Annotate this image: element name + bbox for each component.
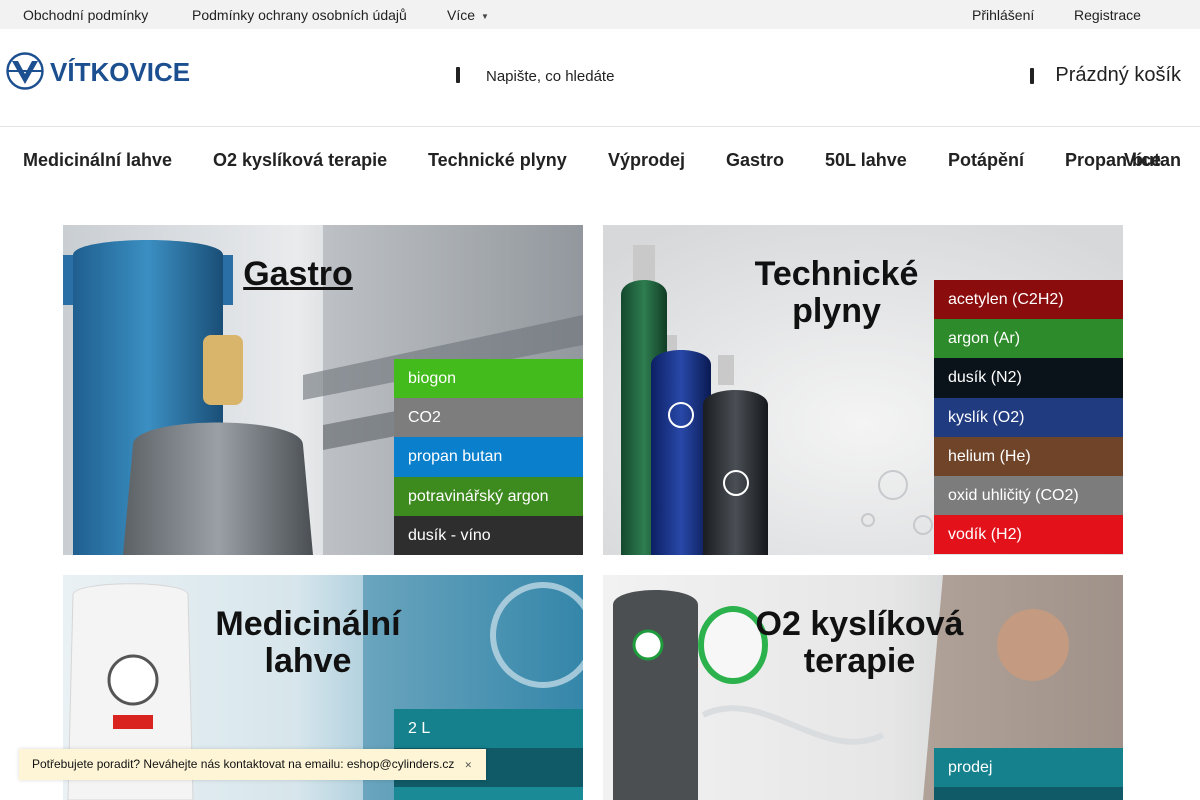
logo[interactable]: VÍTKOVICE	[6, 52, 201, 92]
technicke-item-vodik[interactable]: vodík (H2)	[934, 515, 1123, 555]
nav-item-technicke[interactable]: Technické plyny	[428, 150, 567, 171]
cart-button[interactable]: Prázdný košík	[1025, 64, 1181, 87]
tile-title-medicinalni[interactable]: Medicinální lahve	[203, 606, 413, 680]
tile-title-gastro[interactable]: Gastro	[203, 256, 393, 293]
main-nav: Medicinální lahve O2 kyslíková terapie T…	[0, 150, 1200, 174]
close-icon[interactable]: ✕	[464, 760, 472, 770]
gastro-item-argon[interactable]: potravinářský argon	[394, 476, 583, 516]
o2-item-prodej[interactable]: prodej	[934, 748, 1123, 788]
more-menu-label: Více	[447, 7, 476, 23]
gastro-item-biogon[interactable]: biogon	[394, 359, 583, 399]
logo-text: VÍTKOVICE	[50, 57, 190, 87]
nav-item-propan[interactable]: Propan butan	[1065, 150, 1181, 171]
help-text: Potřebujete poradit? Neváhejte nás konta…	[32, 757, 455, 771]
gastro-item-co2[interactable]: CO2	[394, 398, 583, 438]
privacy-link[interactable]: Podmínky ochrany osobních údajů	[192, 7, 407, 23]
nav-item-o2[interactable]: O2 kyslíková terapie	[213, 150, 387, 171]
technicke-item-co2[interactable]: oxid uhličitý (CO2)	[934, 475, 1123, 516]
category-tile-gastro[interactable]: Gastro biogon CO2 propan butan potraviná…	[63, 225, 583, 555]
header-divider	[0, 126, 1200, 127]
help-bar: Potřebujete poradit? Neváhejte nás konta…	[19, 749, 486, 780]
gastro-item-dusik-vino[interactable]: dusík - víno	[394, 515, 583, 555]
logo-mark	[6, 52, 44, 90]
o2-list: prodej	[934, 748, 1123, 800]
technicke-item-helium[interactable]: helium (He)	[934, 436, 1123, 476]
chevron-down-icon: ▼	[481, 11, 489, 21]
more-menu[interactable]: Více ▼	[447, 7, 489, 23]
nav-item-more[interactable]: Více	[1124, 150, 1161, 171]
medicinalni-item-2l[interactable]: 2 L	[394, 709, 583, 749]
technicke-item-argon[interactable]: argon (Ar)	[934, 319, 1123, 359]
cart-icon	[1030, 67, 1035, 84]
nav-item-50l[interactable]: 50L lahve	[825, 150, 907, 171]
tile-title-technicke[interactable]: Technické plyny	[743, 256, 930, 330]
category-tile-o2[interactable]: O2 kyslíková terapie prodej	[603, 575, 1123, 800]
nav-item-vyprodej[interactable]: Výprodej	[608, 150, 685, 171]
category-tile-technicke[interactable]: Technické plyny acetylen (C2H2) argon (A…	[603, 225, 1123, 555]
gastro-item-propan-butan[interactable]: propan butan	[394, 437, 583, 477]
register-link[interactable]: Registrace	[1074, 7, 1141, 23]
medicinalni-item-more[interactable]	[394, 787, 583, 800]
nav-item-medicinalni[interactable]: Medicinální lahve	[23, 150, 172, 171]
gastro-list: biogon CO2 propan butan potravinářský ar…	[394, 359, 583, 555]
search-input[interactable]	[486, 62, 746, 90]
technicke-list: acetylen (C2H2) argon (Ar) dusík (N2) ky…	[934, 280, 1123, 555]
technicke-item-dusik[interactable]: dusík (N2)	[934, 358, 1123, 398]
search-icon[interactable]	[450, 64, 470, 86]
nav-item-gastro[interactable]: Gastro	[726, 150, 784, 171]
top-bar: Obchodní podmínky Podmínky ochrany osobn…	[0, 0, 1200, 29]
nav-item-potapeni[interactable]: Potápění	[948, 150, 1024, 171]
login-link[interactable]: Přihlášení	[972, 7, 1034, 23]
o2-item-more[interactable]	[934, 787, 1123, 800]
tile-title-o2[interactable]: O2 kyslíková terapie	[743, 606, 976, 680]
technicke-item-acetylen[interactable]: acetylen (C2H2)	[934, 280, 1123, 320]
search-bar	[450, 62, 750, 90]
cart-label: Prázdný košík	[1055, 64, 1181, 86]
terms-link[interactable]: Obchodní podmínky	[23, 7, 148, 23]
technicke-item-kyslik[interactable]: kyslík (O2)	[934, 397, 1123, 437]
